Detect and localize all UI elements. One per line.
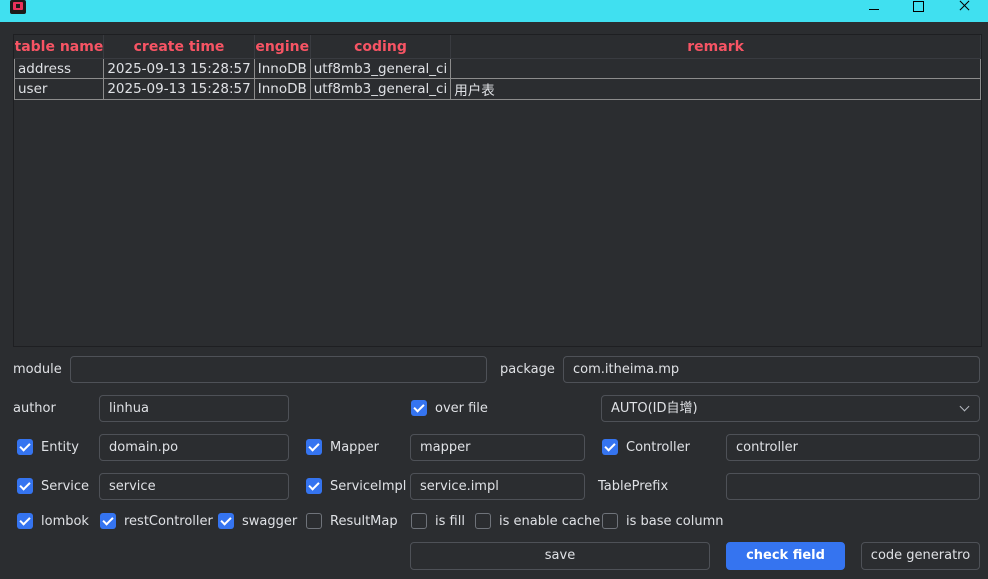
service-package-input[interactable]: service [99,473,289,500]
id-type-value: AUTO(ID自增) [611,401,698,416]
serviceimpl-checkbox[interactable] [306,478,322,494]
table-row[interactable]: address 2025-09-13 15:28:57 InnoDB utf8m… [13,58,981,79]
module-input[interactable] [70,356,487,383]
enable-cache-checkbox[interactable] [475,513,491,529]
base-column-checkbox[interactable] [602,513,618,529]
restcontroller-checkbox[interactable] [100,513,116,529]
tableprefix-input[interactable] [726,473,980,500]
id-type-select[interactable]: AUTO(ID自增) [601,395,980,422]
cell-engine[interactable]: InnoDB [253,78,311,100]
lombok-label[interactable]: lombok [41,514,89,530]
mapper-label[interactable]: Mapper [330,440,379,456]
module-label: module [13,362,62,377]
mapper-checkbox[interactable] [306,439,322,455]
cell-table-name[interactable]: address [13,58,105,79]
base-column-label[interactable]: is base column [626,514,724,530]
controller-label[interactable]: Controller [626,440,690,456]
cell-engine[interactable]: InnoDB [253,58,311,79]
check-field-button[interactable]: check field [726,542,845,570]
tables-panel[interactable]: table name create time engine coding rem… [13,34,982,347]
swagger-label[interactable]: swagger [242,514,297,530]
table-header-row: table name create time engine coding rem… [14,35,981,59]
author-label: author [13,401,56,416]
cell-coding[interactable]: utf8mb3_general_ci [309,58,452,79]
column-header-coding[interactable]: coding [309,35,452,59]
author-input[interactable]: linhua [99,395,289,422]
service-checkbox[interactable] [17,478,33,494]
package-input[interactable]: com.itheima.mp [563,356,980,383]
package-label: package [500,362,555,377]
resultmap-checkbox[interactable] [306,513,322,529]
cell-create-time[interactable]: 2025-09-13 15:28:57 [103,78,255,100]
swagger-checkbox[interactable] [218,513,234,529]
is-fill-label[interactable]: is fill [435,514,465,530]
minimize-icon[interactable] [850,0,896,22]
cell-create-time[interactable]: 2025-09-13 15:28:57 [103,58,255,79]
cell-remark[interactable] [450,58,981,79]
resultmap-label[interactable]: ResultMap [330,514,398,530]
entity-label[interactable]: Entity [41,440,79,456]
is-fill-checkbox[interactable] [411,513,427,529]
column-header-create-time[interactable]: create time [103,35,255,59]
restcontroller-label[interactable]: restController [124,514,213,530]
entity-checkbox[interactable] [17,439,33,455]
column-header-table-name[interactable]: table name [14,35,105,59]
column-header-remark[interactable]: remark [450,35,981,59]
controller-package-input[interactable]: controller [726,434,980,461]
over-file-label[interactable]: over file [435,401,488,417]
controller-checkbox[interactable] [602,439,618,455]
save-button[interactable]: save [410,542,710,570]
serviceimpl-package-input[interactable]: service.impl [410,473,585,500]
serviceimpl-label[interactable]: ServiceImpl [330,479,406,495]
intellij-app-icon [10,0,26,14]
table-row[interactable]: user 2025-09-13 15:28:57 InnoDB utf8mb3_… [13,78,981,100]
mapper-package-input[interactable]: mapper [410,434,585,461]
lombok-checkbox[interactable] [17,513,33,529]
enable-cache-label[interactable]: is enable cache [499,514,600,530]
entity-package-input[interactable]: domain.po [99,434,289,461]
cell-remark[interactable]: 用户表 [450,78,981,100]
column-header-engine[interactable]: engine [253,35,311,59]
title-bar[interactable] [0,0,988,22]
chevron-down-icon [959,401,970,412]
tableprefix-label: TablePrefix [598,479,669,494]
maximize-icon[interactable] [895,0,941,22]
cell-table-name[interactable]: user [13,78,105,100]
cell-coding[interactable]: utf8mb3_general_ci [309,78,452,100]
tables-table: table name create time engine coding rem… [13,35,981,100]
service-label[interactable]: Service [41,479,89,495]
close-icon[interactable] [940,0,986,22]
over-file-checkbox[interactable] [411,400,427,416]
code-generator-button[interactable]: code generatro [861,542,980,570]
